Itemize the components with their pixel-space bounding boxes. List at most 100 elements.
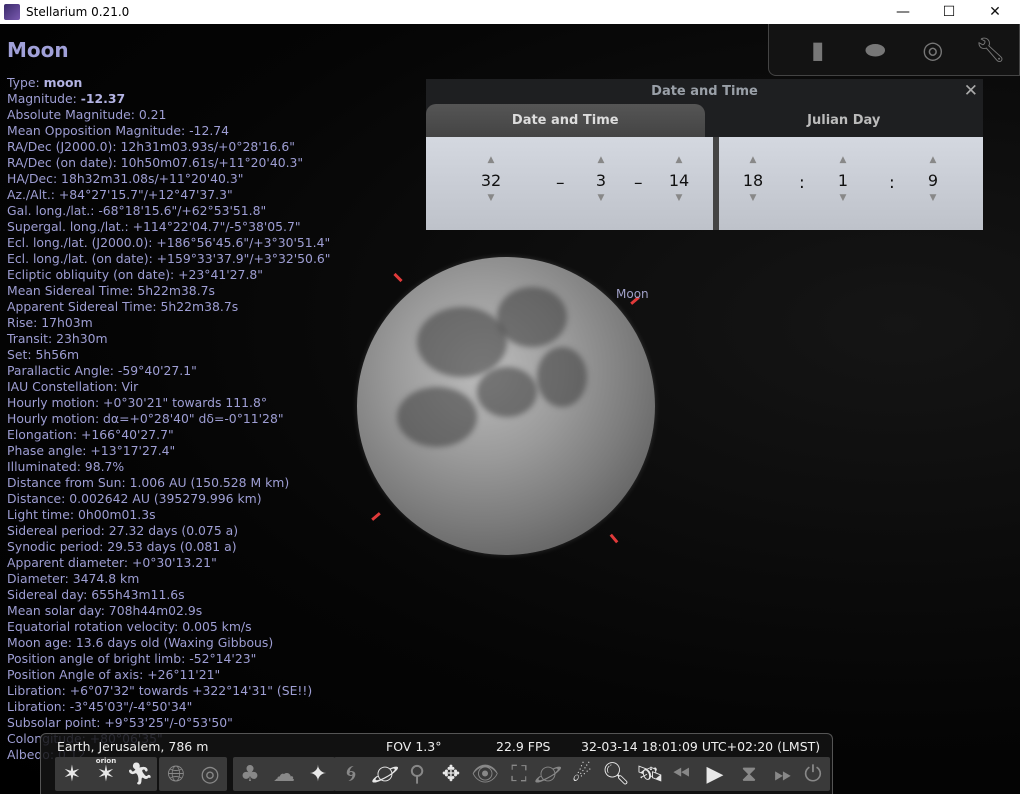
object-name: Moon	[7, 38, 69, 62]
night-mode-icon[interactable]: 👁︎	[468, 757, 502, 791]
date-separator: –	[556, 173, 565, 193]
exoplanets-icon[interactable]: 🪐︎	[531, 757, 565, 791]
quit-icon[interactable]: ⏻	[796, 757, 830, 791]
date-fields: ▲ 32 ▼ – ▲ 3 ▼ – ▲ 14 ▼	[426, 137, 713, 230]
info-line: Apparent Sidereal Time: 5h22m38.7s	[7, 299, 239, 314]
rewind-icon[interactable]: ⏪︎	[664, 757, 698, 791]
second-spinbox[interactable]: ▲ 9 ▼	[913, 155, 953, 207]
satellites-icon[interactable]: 🛰︎	[633, 757, 667, 791]
info-line: Equatorial rotation velocity: 0.005 km/s	[7, 619, 252, 634]
info-line: Hourly motion: +0°30'21" towards 111.8°	[7, 395, 268, 410]
play-icon[interactable]: ▶	[698, 757, 732, 791]
stellarium-logo-icon	[4, 4, 20, 20]
constellation-art-icon[interactable]: 🏃︎	[123, 757, 157, 791]
info-line: RA/Dec (J2000.0): 12h31m03.93s/+0°28'16.…	[7, 139, 295, 154]
info-line: Light time: 0h00m01.3s	[7, 507, 156, 522]
moon[interactable]	[357, 257, 655, 555]
center-on-object-icon[interactable]: ✥	[434, 757, 468, 791]
info-line: Distance: 0.002642 AU (395279.996 km)	[7, 491, 262, 506]
info-line: Absolute Magnitude: 0.21	[7, 107, 167, 122]
tab-date-and-time[interactable]: Date and Time	[426, 104, 705, 137]
fov-status: FOV 1.3°	[386, 739, 442, 754]
planets-icon[interactable]: 🪐︎	[368, 757, 402, 791]
moon-label: Moon	[616, 287, 649, 301]
equatorial-mount-icon[interactable]: ⚲	[400, 757, 434, 791]
ground-icon[interactable]: ♣	[233, 757, 267, 791]
atmosphere-icon[interactable]: ☁	[267, 757, 301, 791]
info-line: HA/Dec: 18h32m31.08s/+11°20'40.3"	[7, 171, 244, 186]
info-line: Ecl. long./lat. (J2000.0): +186°56'45.6"…	[7, 235, 331, 250]
title-bar: Stellarium 0.21.0 — ☐ ✕	[0, 0, 1020, 24]
day-spinbox[interactable]: ▲ 14 ▼	[659, 155, 699, 207]
constellation-labels-icon[interactable]: ✶ orion	[89, 757, 123, 791]
info-line: Diameter: 3474.8 km	[7, 571, 140, 586]
fps-status: 22.9 FPS	[496, 739, 551, 754]
time-separator: :	[889, 173, 895, 193]
azimuthal-grid-icon[interactable]: ◎	[193, 757, 227, 791]
minimize-button[interactable]: —	[880, 0, 926, 24]
info-line: Mean solar day: 708h44m02.9s	[7, 603, 203, 618]
date-time-dialog: Date and Time ✕ Date and Time Julian Day…	[426, 79, 983, 230]
info-line: Apparent diameter: +0°30'13.21"	[7, 555, 217, 570]
info-line: Position angle of bright limb: -52°14'23…	[7, 651, 257, 666]
info-line: Synodic period: 29.53 days (0.081 a)	[7, 539, 237, 554]
object-info-panel: Type: moon Magnitude: -12.37 Absolute Magn…	[7, 75, 330, 763]
real-time-icon[interactable]: ⧗	[732, 757, 766, 791]
target-icon[interactable]: ◎	[918, 35, 948, 65]
info-line: IAU Constellation: Vir	[7, 379, 139, 394]
constellation-lines-icon[interactable]: ✶	[55, 757, 89, 791]
info-line: Subsolar point: +9°53'25"/-0°53'50"	[7, 715, 233, 730]
equatorial-grid-icon[interactable]: 🌐︎	[159, 757, 193, 791]
year-spinbox[interactable]: ▲ 32 ▼	[471, 155, 511, 207]
date-separator: –	[634, 173, 643, 193]
dialog-close-button[interactable]: ✕	[964, 81, 978, 101]
info-line: Libration: +6°07'32" towards +322°14'31"…	[7, 683, 313, 698]
info-line: Mean Sidereal Time: 5h22m38.7s	[7, 283, 215, 298]
time-separator: :	[799, 173, 805, 193]
bottom-toolbar: Earth, Jerusalem, 786 m FOV 1.3° 22.9 FP…	[40, 733, 833, 794]
search-meteors-icon[interactable]: 🔍︎	[599, 757, 633, 791]
info-line: Type: moon	[7, 75, 83, 90]
info-line: Sidereal day: 655h43m11.6s	[7, 587, 185, 602]
close-button[interactable]: ✕	[972, 0, 1018, 24]
info-line: Libration: -3°45'03"/-4°50'34"	[7, 699, 193, 714]
info-line: Moon age: 13.6 days old (Waxing Gibbous)	[7, 635, 274, 650]
wrench-icon[interactable]: 🔧︎	[975, 35, 1005, 65]
screen-icon[interactable]: ⬬	[860, 35, 890, 65]
info-line: Hourly motion: dα=+0°28'40" dδ=-0°11'28"	[7, 411, 284, 426]
info-line: Ecliptic obliquity (on date): +23°41'27.…	[7, 267, 263, 282]
tab-julian-day[interactable]: Julian Day	[705, 104, 984, 137]
datetime-status[interactable]: 32-03-14 18:01:09 UTC+02:20 (LMST)	[581, 739, 820, 754]
dialog-title: Date and Time	[651, 84, 758, 99]
info-line: RA/Dec (on date): 10h50m07.61s/+11°20'40…	[7, 155, 304, 170]
info-line: Illuminated: 98.7%	[7, 459, 125, 474]
info-line: Sidereal period: 27.32 days (0.075 a)	[7, 523, 239, 538]
info-line: Parallactic Angle: -59°40'27.1"	[7, 363, 197, 378]
top-right-panel: ▮ ⬬ ◎ 🔧︎	[768, 24, 1020, 76]
meteor-showers-icon[interactable]: ☄	[565, 757, 599, 791]
info-line: Position Angle of axis: +26°11'21"	[7, 667, 221, 682]
info-line: Phase angle: +13°17'27.4"	[7, 443, 176, 458]
time-fields: ▲ 18 ▼ : ▲ 1 ▼ : ▲ 9 ▼	[719, 137, 983, 230]
info-line: Gal. long./lat.: -68°18'15.6"/+62°53'51.…	[7, 203, 267, 218]
info-line: Ecl. long./lat. (on date): +159°33'37.9"…	[7, 251, 331, 266]
info-line: Set: 5h56m	[7, 347, 80, 362]
orion-label: orion	[95, 757, 117, 765]
info-line: Magnitude: -12.37	[7, 91, 126, 106]
nebulae-icon[interactable]: 🌀︎	[334, 757, 368, 791]
info-line: Rise: 17h03m	[7, 315, 93, 330]
info-line: Supergal. long./lat.: +114°22'04.7"/-5°3…	[7, 219, 301, 234]
info-line: Mean Opposition Magnitude: -12.74	[7, 123, 230, 138]
info-line: Az./Alt.: +84°27'15.7"/+12°47'37.3"	[7, 187, 233, 202]
info-line: Distance from Sun: 1.006 AU (150.528 M k…	[7, 475, 290, 490]
hour-spinbox[interactable]: ▲ 18 ▼	[733, 155, 773, 207]
maximize-button[interactable]: ☐	[926, 0, 972, 24]
info-line: Elongation: +166°40'27.7"	[7, 427, 174, 442]
cardinal-points-icon[interactable]: ✦	[301, 757, 335, 791]
month-spinbox[interactable]: ▲ 3 ▼	[581, 155, 621, 207]
location-status[interactable]: Earth, Jerusalem, 786 m	[57, 739, 208, 754]
minute-spinbox[interactable]: ▲ 1 ▼	[823, 155, 863, 207]
fast-forward-icon[interactable]: ⏩︎	[766, 757, 800, 791]
telescope-icon[interactable]: ▮	[803, 35, 833, 65]
info-line: Transit: 23h30m	[7, 331, 108, 346]
